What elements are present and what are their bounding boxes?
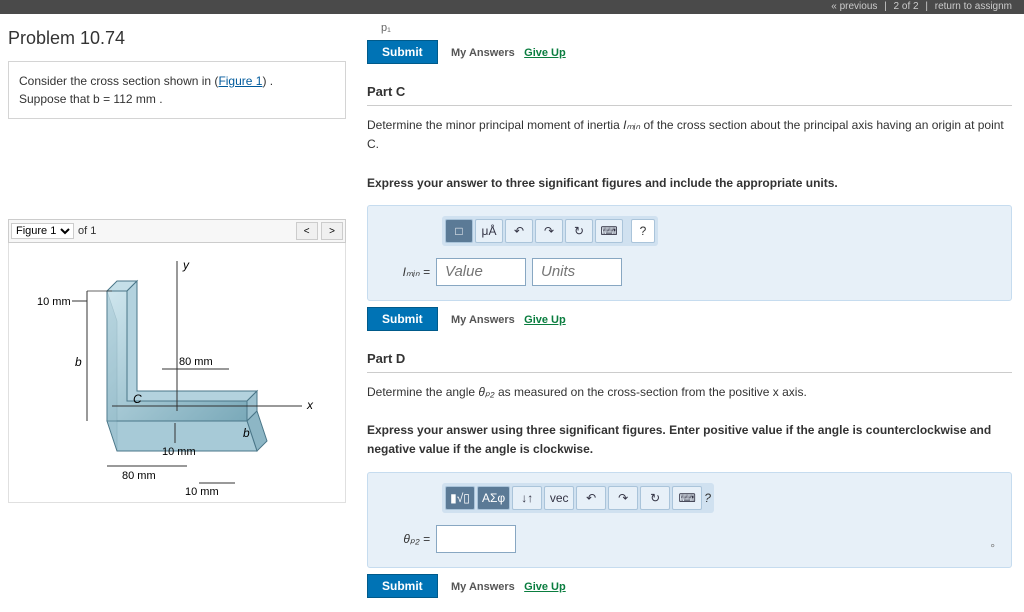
dim-10mm-bottom: 10 mm <box>185 486 219 498</box>
submit-button-b[interactable]: Submit <box>367 40 438 64</box>
dim-b-left: b <box>75 355 82 369</box>
reset-icon[interactable]: ↻ <box>565 219 593 243</box>
value-input-d[interactable] <box>436 525 516 553</box>
figure-prev-button[interactable]: < <box>296 222 318 240</box>
top-navbar: « previous | 2 of 2 | return to assignm <box>0 0 1024 14</box>
value-input-c[interactable] <box>436 258 526 286</box>
give-up-link-d[interactable]: Give Up <box>524 581 566 593</box>
give-up-link-b[interactable]: Give Up <box>524 47 566 59</box>
give-up-link-c[interactable]: Give Up <box>524 314 566 326</box>
part-b-label: p₁ <box>367 22 1012 34</box>
help-icon-d[interactable]: ? <box>704 491 711 505</box>
degree-unit: ° <box>990 541 995 555</box>
prev-link[interactable]: « previous <box>827 1 881 12</box>
figure-canvas: y x C 10 mm b 80 mm 80 mm 10 mm b 10 mm <box>8 243 346 503</box>
greek-tool-icon[interactable]: ΑΣφ <box>477 486 510 510</box>
answer-box-c: □ μÅ ↶ ↷ ↻ ⌨ ? Iₘᵢₙ = <box>367 205 1012 301</box>
redo-icon[interactable]: ↷ <box>535 219 563 243</box>
dim-80mm-bottom: 80 mm <box>122 470 156 482</box>
problem-title: Problem 10.74 <box>8 22 346 61</box>
keyboard-icon[interactable]: ⌨ <box>595 219 623 243</box>
pager: 2 of 2 <box>890 1 923 12</box>
submit-button-d[interactable]: Submit <box>367 574 438 598</box>
undo-icon-d[interactable]: ↶ <box>576 486 606 510</box>
my-answers-link-b[interactable]: My Answers <box>451 47 515 59</box>
part-c-text: Determine the minor principal moment of … <box>367 106 1012 197</box>
dim-10mm-top: 10 mm <box>37 296 71 308</box>
answer-box-d: ▮√▯ ΑΣφ ↓↑ vec ↶ ↷ ↻ ⌨ ? θₚ₂ = ° <box>367 472 1012 568</box>
redo-icon-d[interactable]: ↷ <box>608 486 638 510</box>
imin-label: Iₘᵢₙ = <box>382 265 436 279</box>
figure-link[interactable]: Figure 1 <box>218 74 262 88</box>
units-input-c[interactable] <box>532 258 622 286</box>
figure-of: of 1 <box>78 225 96 237</box>
figure-next-button[interactable]: > <box>321 222 343 240</box>
return-link[interactable]: return to assignm <box>931 1 1016 12</box>
problem-prompt: Consider the cross section shown in (Fig… <box>8 61 346 119</box>
my-answers-link-c[interactable]: My Answers <box>451 314 515 326</box>
my-answers-link-d[interactable]: My Answers <box>451 581 515 593</box>
figure-select[interactable]: Figure 1 <box>11 223 74 239</box>
submit-button-c[interactable]: Submit <box>367 307 438 331</box>
dim-80mm-mid: 80 mm <box>179 356 213 368</box>
help-icon[interactable]: ? <box>631 219 655 243</box>
point-c-label: C <box>133 392 142 406</box>
vec-tool-icon[interactable]: vec <box>544 486 574 510</box>
template-tool-icon[interactable]: ▮√▯ <box>445 486 475 510</box>
reset-icon-d[interactable]: ↻ <box>640 486 670 510</box>
part-d-header: Part D <box>367 337 1012 373</box>
units-tool-icon[interactable]: μÅ <box>475 219 503 243</box>
undo-icon[interactable]: ↶ <box>505 219 533 243</box>
supsub-tool-icon[interactable]: ↓↑ <box>512 486 542 510</box>
part-d-text: Determine the angle θₚ₂ as measured on t… <box>367 373 1012 464</box>
fraction-tool-icon[interactable]: □ <box>445 219 473 243</box>
figure-header: Figure 1 of 1 < > <box>8 219 346 243</box>
dim-b-right: b <box>243 426 250 440</box>
dim-10mm-mid: 10 mm <box>162 446 196 458</box>
theta-label: θₚ₂ = <box>382 532 436 546</box>
toolbar-c: □ μÅ ↶ ↷ ↻ ⌨ ? <box>442 216 658 246</box>
keyboard-icon-d[interactable]: ⌨ <box>672 486 702 510</box>
part-c-header: Part C <box>367 70 1012 106</box>
toolbar-d: ▮√▯ ΑΣφ ↓↑ vec ↶ ↷ ↻ ⌨ ? <box>442 483 714 513</box>
axis-x-label: x <box>306 398 314 412</box>
axis-y-label: y <box>182 258 190 272</box>
